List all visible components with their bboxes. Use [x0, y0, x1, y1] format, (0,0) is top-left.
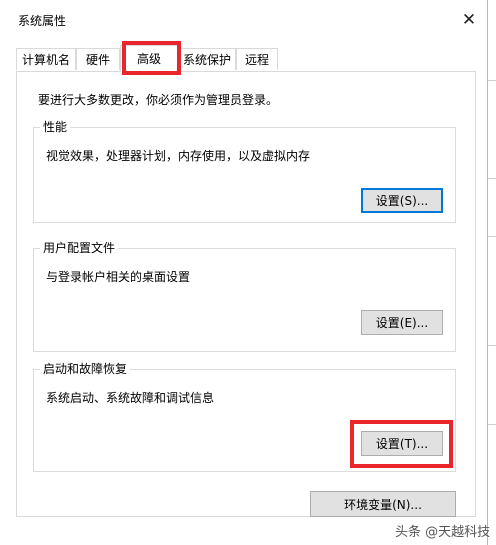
strip-divider	[488, 80, 496, 81]
tab-computer-name[interactable]: 计算机名	[16, 48, 76, 70]
startup-recovery-group: 启动和故障恢复 系统启动、系统故障和调试信息 设置(T)...	[33, 362, 456, 472]
environment-variables-button[interactable]: 环境变量(N)...	[310, 491, 456, 517]
user-profiles-label: 用户配置文件	[40, 241, 119, 255]
performance-settings-button[interactable]: 设置(S)...	[361, 188, 443, 213]
admin-notice: 要进行大多数更改，你必须作为管理员登录。	[38, 93, 279, 107]
user-profiles-group: 用户配置文件 与登录帐户相关的桌面设置 设置(E)...	[33, 241, 456, 352]
system-properties-dialog: 系统属性 ✕ 计算机名 硬件 高级 系统保护 远程 要进行大多数更改，你必须作为…	[0, 0, 488, 545]
tab-remote[interactable]: 远程	[236, 48, 278, 70]
strip-divider	[488, 178, 496, 179]
user-profiles-description: 与登录帐户相关的桌面设置	[46, 270, 191, 284]
tab-advanced[interactable]: 高级	[120, 45, 178, 72]
startup-recovery-settings-button[interactable]: 设置(T)...	[361, 431, 443, 456]
strip-divider	[488, 424, 496, 425]
performance-label: 性能	[40, 120, 71, 134]
background-window-edge	[488, 0, 496, 545]
performance-group: 性能 视觉效果，处理器计划，内存使用，以及虚拟内存 设置(S)...	[33, 120, 456, 223]
user-profiles-settings-button[interactable]: 设置(E)...	[361, 310, 443, 335]
window-title: 系统属性	[18, 14, 67, 28]
strip-divider	[488, 236, 496, 237]
tab-hardware[interactable]: 硬件	[76, 48, 120, 70]
startup-recovery-label: 启动和故障恢复	[40, 362, 131, 376]
tab-system-protection[interactable]: 系统保护	[178, 48, 236, 70]
close-icon[interactable]: ✕	[456, 7, 482, 33]
strip-divider	[488, 345, 496, 346]
startup-recovery-description: 系统启动、系统故障和调试信息	[46, 391, 215, 405]
title-bar: 系统属性 ✕	[0, 0, 487, 38]
tab-strip: 计算机名 硬件 高级 系统保护 远程	[16, 45, 476, 72]
watermark-text: 头条 @天越科技	[395, 525, 491, 540]
performance-description: 视觉效果，处理器计划，内存使用，以及虚拟内存	[46, 149, 311, 163]
